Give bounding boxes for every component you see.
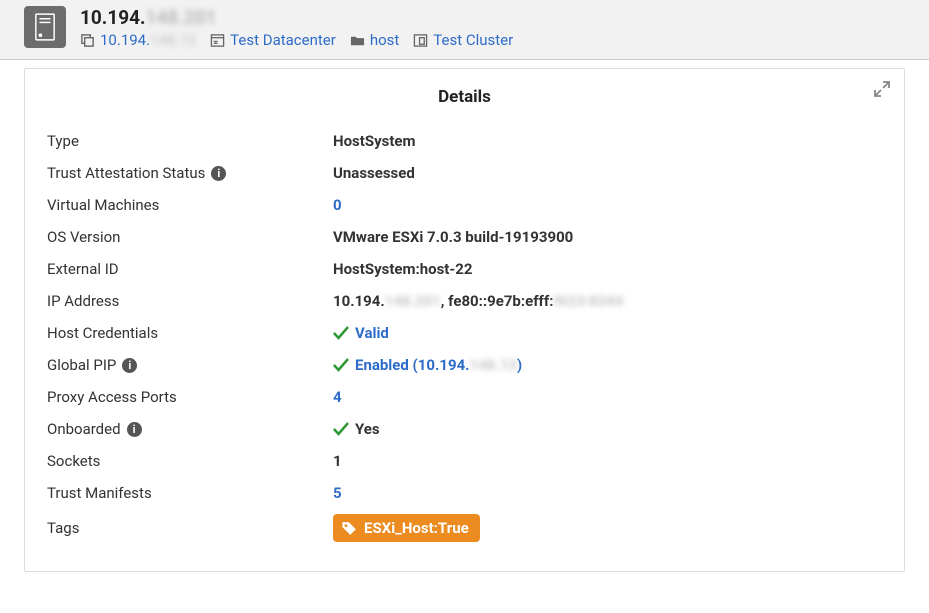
label-pip: Global PIP i bbox=[47, 356, 333, 374]
breadcrumb: 10.194.148.12 Test Datacenter bbox=[80, 31, 513, 49]
row-trust: Trust Attestation Status i Unassessed bbox=[47, 157, 882, 189]
page-header: 10.194.148.201 10.194.148.12 bbox=[0, 0, 929, 60]
label-os: OS Version bbox=[47, 228, 333, 246]
details-panel: Details Type HostSystem Trust Attestatio… bbox=[24, 68, 905, 572]
value-type: HostSystem bbox=[333, 132, 416, 150]
info-icon[interactable]: i bbox=[127, 422, 142, 437]
label-type: Type bbox=[47, 132, 333, 150]
label-trust: Trust Attestation Status i bbox=[47, 164, 333, 182]
row-onboard: Onboarded i Yes bbox=[47, 413, 882, 445]
label-ip: IP Address bbox=[47, 292, 333, 310]
row-type: Type HostSystem bbox=[47, 125, 882, 157]
row-tags: Tags ESXi_Host:True bbox=[47, 509, 882, 547]
info-icon[interactable]: i bbox=[122, 358, 137, 373]
check-icon bbox=[333, 422, 349, 436]
value-ip: 10.194.148.201, fe80::9e7b:efff:f623:834… bbox=[333, 292, 623, 310]
row-creds: Host Credentials Valid bbox=[47, 317, 882, 349]
check-icon bbox=[333, 326, 349, 340]
label-creds: Host Credentials bbox=[47, 324, 333, 342]
folder-icon bbox=[350, 33, 365, 48]
value-ports[interactable]: 4 bbox=[333, 388, 342, 406]
info-icon[interactable]: i bbox=[211, 166, 226, 181]
value-pip[interactable]: Enabled (10.194.148.13) bbox=[333, 356, 522, 374]
row-pip: Global PIP i Enabled (10.194.148.13) bbox=[47, 349, 882, 381]
tag-icon bbox=[341, 520, 358, 537]
row-ip: IP Address 10.194.148.201, fe80::9e7b:ef… bbox=[47, 285, 882, 317]
value-sockets: 1 bbox=[333, 452, 342, 470]
value-extid: HostSystem:host-22 bbox=[333, 260, 473, 278]
row-vms: Virtual Machines 0 bbox=[47, 189, 882, 221]
host-icon bbox=[24, 6, 66, 48]
label-ports: Proxy Access Ports bbox=[47, 388, 333, 406]
value-tags: ESXi_Host:True bbox=[333, 514, 480, 542]
label-extid: External ID bbox=[47, 260, 333, 278]
label-manifests: Trust Manifests bbox=[47, 484, 333, 502]
value-manifests[interactable]: 5 bbox=[333, 484, 342, 502]
breadcrumb-cluster[interactable]: Test Cluster bbox=[413, 31, 513, 49]
row-manifests: Trust Manifests 5 bbox=[47, 477, 882, 509]
row-ports: Proxy Access Ports 4 bbox=[47, 381, 882, 413]
row-extid: External ID HostSystem:host-22 bbox=[47, 253, 882, 285]
value-onboard: Yes bbox=[333, 420, 380, 438]
datacenter-icon bbox=[210, 33, 225, 48]
value-creds[interactable]: Valid bbox=[333, 324, 389, 342]
breadcrumb-folder[interactable]: host bbox=[350, 31, 399, 49]
page-title: 10.194.148.201 bbox=[80, 6, 513, 29]
value-trust: Unassessed bbox=[333, 164, 415, 182]
label-onboard: Onboarded i bbox=[47, 420, 333, 438]
row-os: OS Version VMware ESXi 7.0.3 build-19193… bbox=[47, 221, 882, 253]
label-vms: Virtual Machines bbox=[47, 196, 333, 214]
value-os: VMware ESXi 7.0.3 build-19193900 bbox=[333, 228, 573, 246]
breadcrumb-datacenter[interactable]: Test Datacenter bbox=[210, 31, 336, 49]
row-sockets: Sockets 1 bbox=[47, 445, 882, 477]
expand-icon[interactable] bbox=[874, 81, 890, 101]
panel-title: Details bbox=[47, 87, 882, 107]
check-icon bbox=[333, 358, 349, 372]
breadcrumb-host[interactable]: 10.194.148.12 bbox=[80, 31, 196, 49]
cluster-icon bbox=[413, 33, 428, 48]
value-vms[interactable]: 0 bbox=[333, 196, 342, 214]
tag-chip[interactable]: ESXi_Host:True bbox=[333, 514, 480, 542]
stack-icon bbox=[80, 33, 95, 48]
label-sockets: Sockets bbox=[47, 452, 333, 470]
label-tags: Tags bbox=[47, 519, 333, 537]
